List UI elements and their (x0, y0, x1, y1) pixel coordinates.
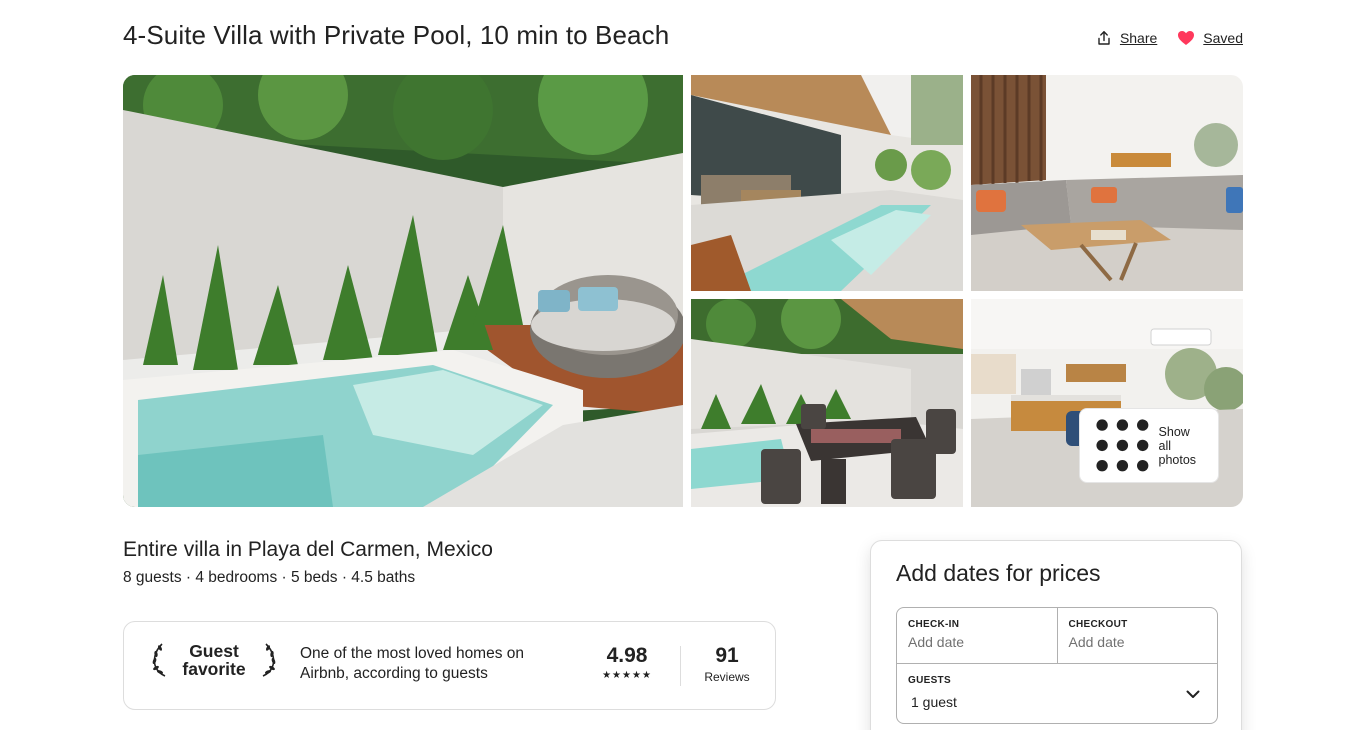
listing-title: 4-Suite Villa with Private Pool, 10 min … (123, 20, 670, 50)
checkout-label: CHECKOUT (1068, 619, 1128, 630)
living-room-photo[interactable] (971, 75, 1243, 291)
pool-terrace-photo[interactable] (691, 75, 963, 291)
outdoor-dining-photo[interactable] (691, 299, 963, 507)
photo-gallery: Show all photos (123, 75, 1243, 507)
guest-favorite-line1: Guest (189, 641, 239, 661)
guest-favorite-description: One of the most loved homes on Airbnb, a… (300, 644, 570, 684)
laurel-right-icon (262, 643, 276, 677)
guests-value: 1 guest (911, 694, 957, 710)
checkin-label: CHECK-IN (908, 619, 960, 630)
checkout-field[interactable]: CHECKOUT Add date (1056, 608, 1218, 663)
checkin-value: Add date (908, 634, 965, 650)
chevron-down-icon (1186, 690, 1200, 698)
guest-favorite-badge: Guest favorite (150, 642, 278, 678)
share-label: Share (1119, 30, 1158, 46)
listing-capacity: 8 guests · 4 bedrooms · 5 beds · 4.5 bat… (123, 569, 416, 586)
rating-value: 4.98 (606, 644, 648, 667)
saved-label: Saved (1203, 30, 1243, 46)
guests-select[interactable]: GUESTS 1 guest (897, 664, 1217, 724)
show-all-photos-button[interactable]: Show all photos (1078, 408, 1219, 483)
booking-date-picker: CHECK-IN Add date CHECKOUT Add date GUES… (896, 607, 1218, 724)
laurel-left-icon (152, 643, 166, 677)
guest-favorite-desc-line1: One of the most loved homes on (300, 645, 525, 662)
guest-favorite-line2: favorite (182, 659, 246, 679)
checkout-value: Add date (1068, 634, 1125, 650)
booking-title: Add dates for prices (896, 560, 1101, 586)
share-button[interactable]: Share (1096, 30, 1157, 46)
reviews-count: 91 (715, 644, 739, 667)
listing-subtitle: Entire villa in Playa del Carmen, Mexico (123, 538, 493, 561)
booking-card: Add dates for prices CHECK-IN Add date C… (870, 540, 1242, 730)
grid-dots-icon (1096, 419, 1149, 472)
kitchen-dining-photo[interactable]: Show all photos (971, 299, 1243, 507)
heart-icon (1178, 31, 1195, 45)
guest-favorite-desc-line2: Airbnb, according to guests (300, 665, 488, 682)
share-icon (1098, 31, 1110, 45)
guest-favorite-card[interactable]: Guest favorite One of the most loved hom… (123, 621, 776, 710)
checkin-field[interactable]: CHECK-IN Add date (897, 608, 1057, 663)
reviews-block[interactable]: 91 Reviews (694, 644, 760, 684)
rating-block: 4.98 ★★★★★ (594, 644, 660, 681)
guests-label: GUESTS (908, 675, 951, 686)
rating-divider (680, 646, 681, 686)
saved-button[interactable]: Saved (1177, 30, 1243, 46)
pool-patio-photo[interactable] (123, 75, 683, 507)
show-all-photos-label: Show all photos (1158, 424, 1197, 467)
rating-stars: ★★★★★ (602, 670, 652, 681)
reviews-label: Reviews (704, 670, 750, 684)
listing-actions: Share Saved (1096, 30, 1243, 46)
